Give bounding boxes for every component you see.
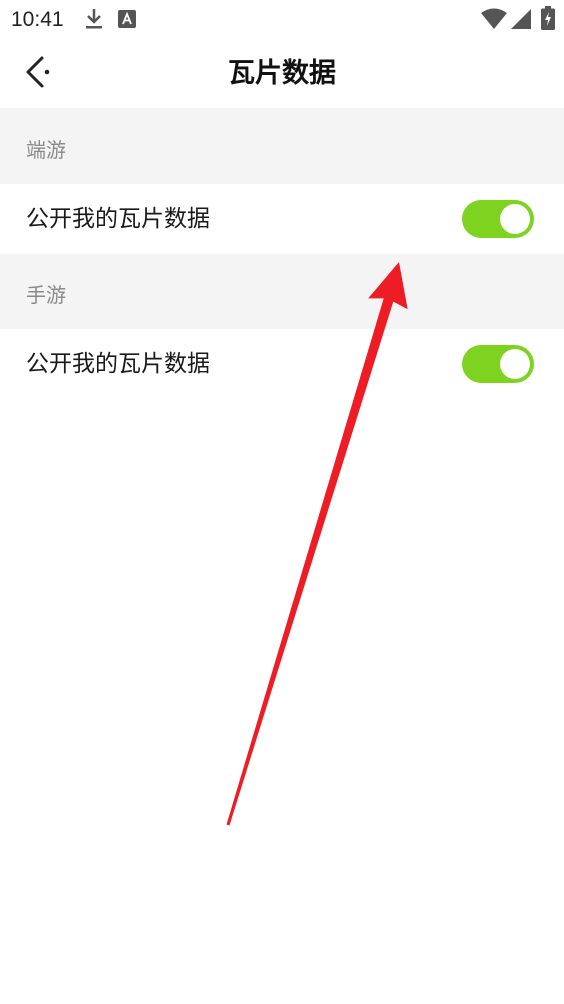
public-data-toggle-pc[interactable] <box>462 200 534 238</box>
section-header-label: 端游 <box>26 138 66 162</box>
section-header-label: 手游 <box>26 283 66 307</box>
toggle-knob <box>500 204 530 234</box>
section-header-pc: 端游 <box>0 108 564 184</box>
setting-label: 公开我的瓦片数据 <box>26 206 210 232</box>
setting-row-mobile-public-data: 公开我的瓦片数据 <box>0 329 564 399</box>
public-data-toggle-mobile[interactable] <box>462 345 534 383</box>
download-icon <box>86 9 102 29</box>
setting-label: 公开我的瓦片数据 <box>26 351 210 377</box>
status-bar: 10:41 <box>0 0 564 40</box>
a-notification-icon <box>118 10 136 28</box>
battery-charging-icon <box>541 6 555 30</box>
toolbar: 瓦片数据 <box>0 40 564 108</box>
page-title: 瓦片数据 <box>228 58 336 89</box>
setting-row-pc-public-data: 公开我的瓦片数据 <box>0 184 564 254</box>
toggle-knob <box>500 349 530 379</box>
section-header-mobile: 手游 <box>0 254 564 329</box>
wifi-icon <box>481 8 507 29</box>
signal-icon <box>511 9 531 29</box>
status-time: 10:41 <box>11 8 64 31</box>
